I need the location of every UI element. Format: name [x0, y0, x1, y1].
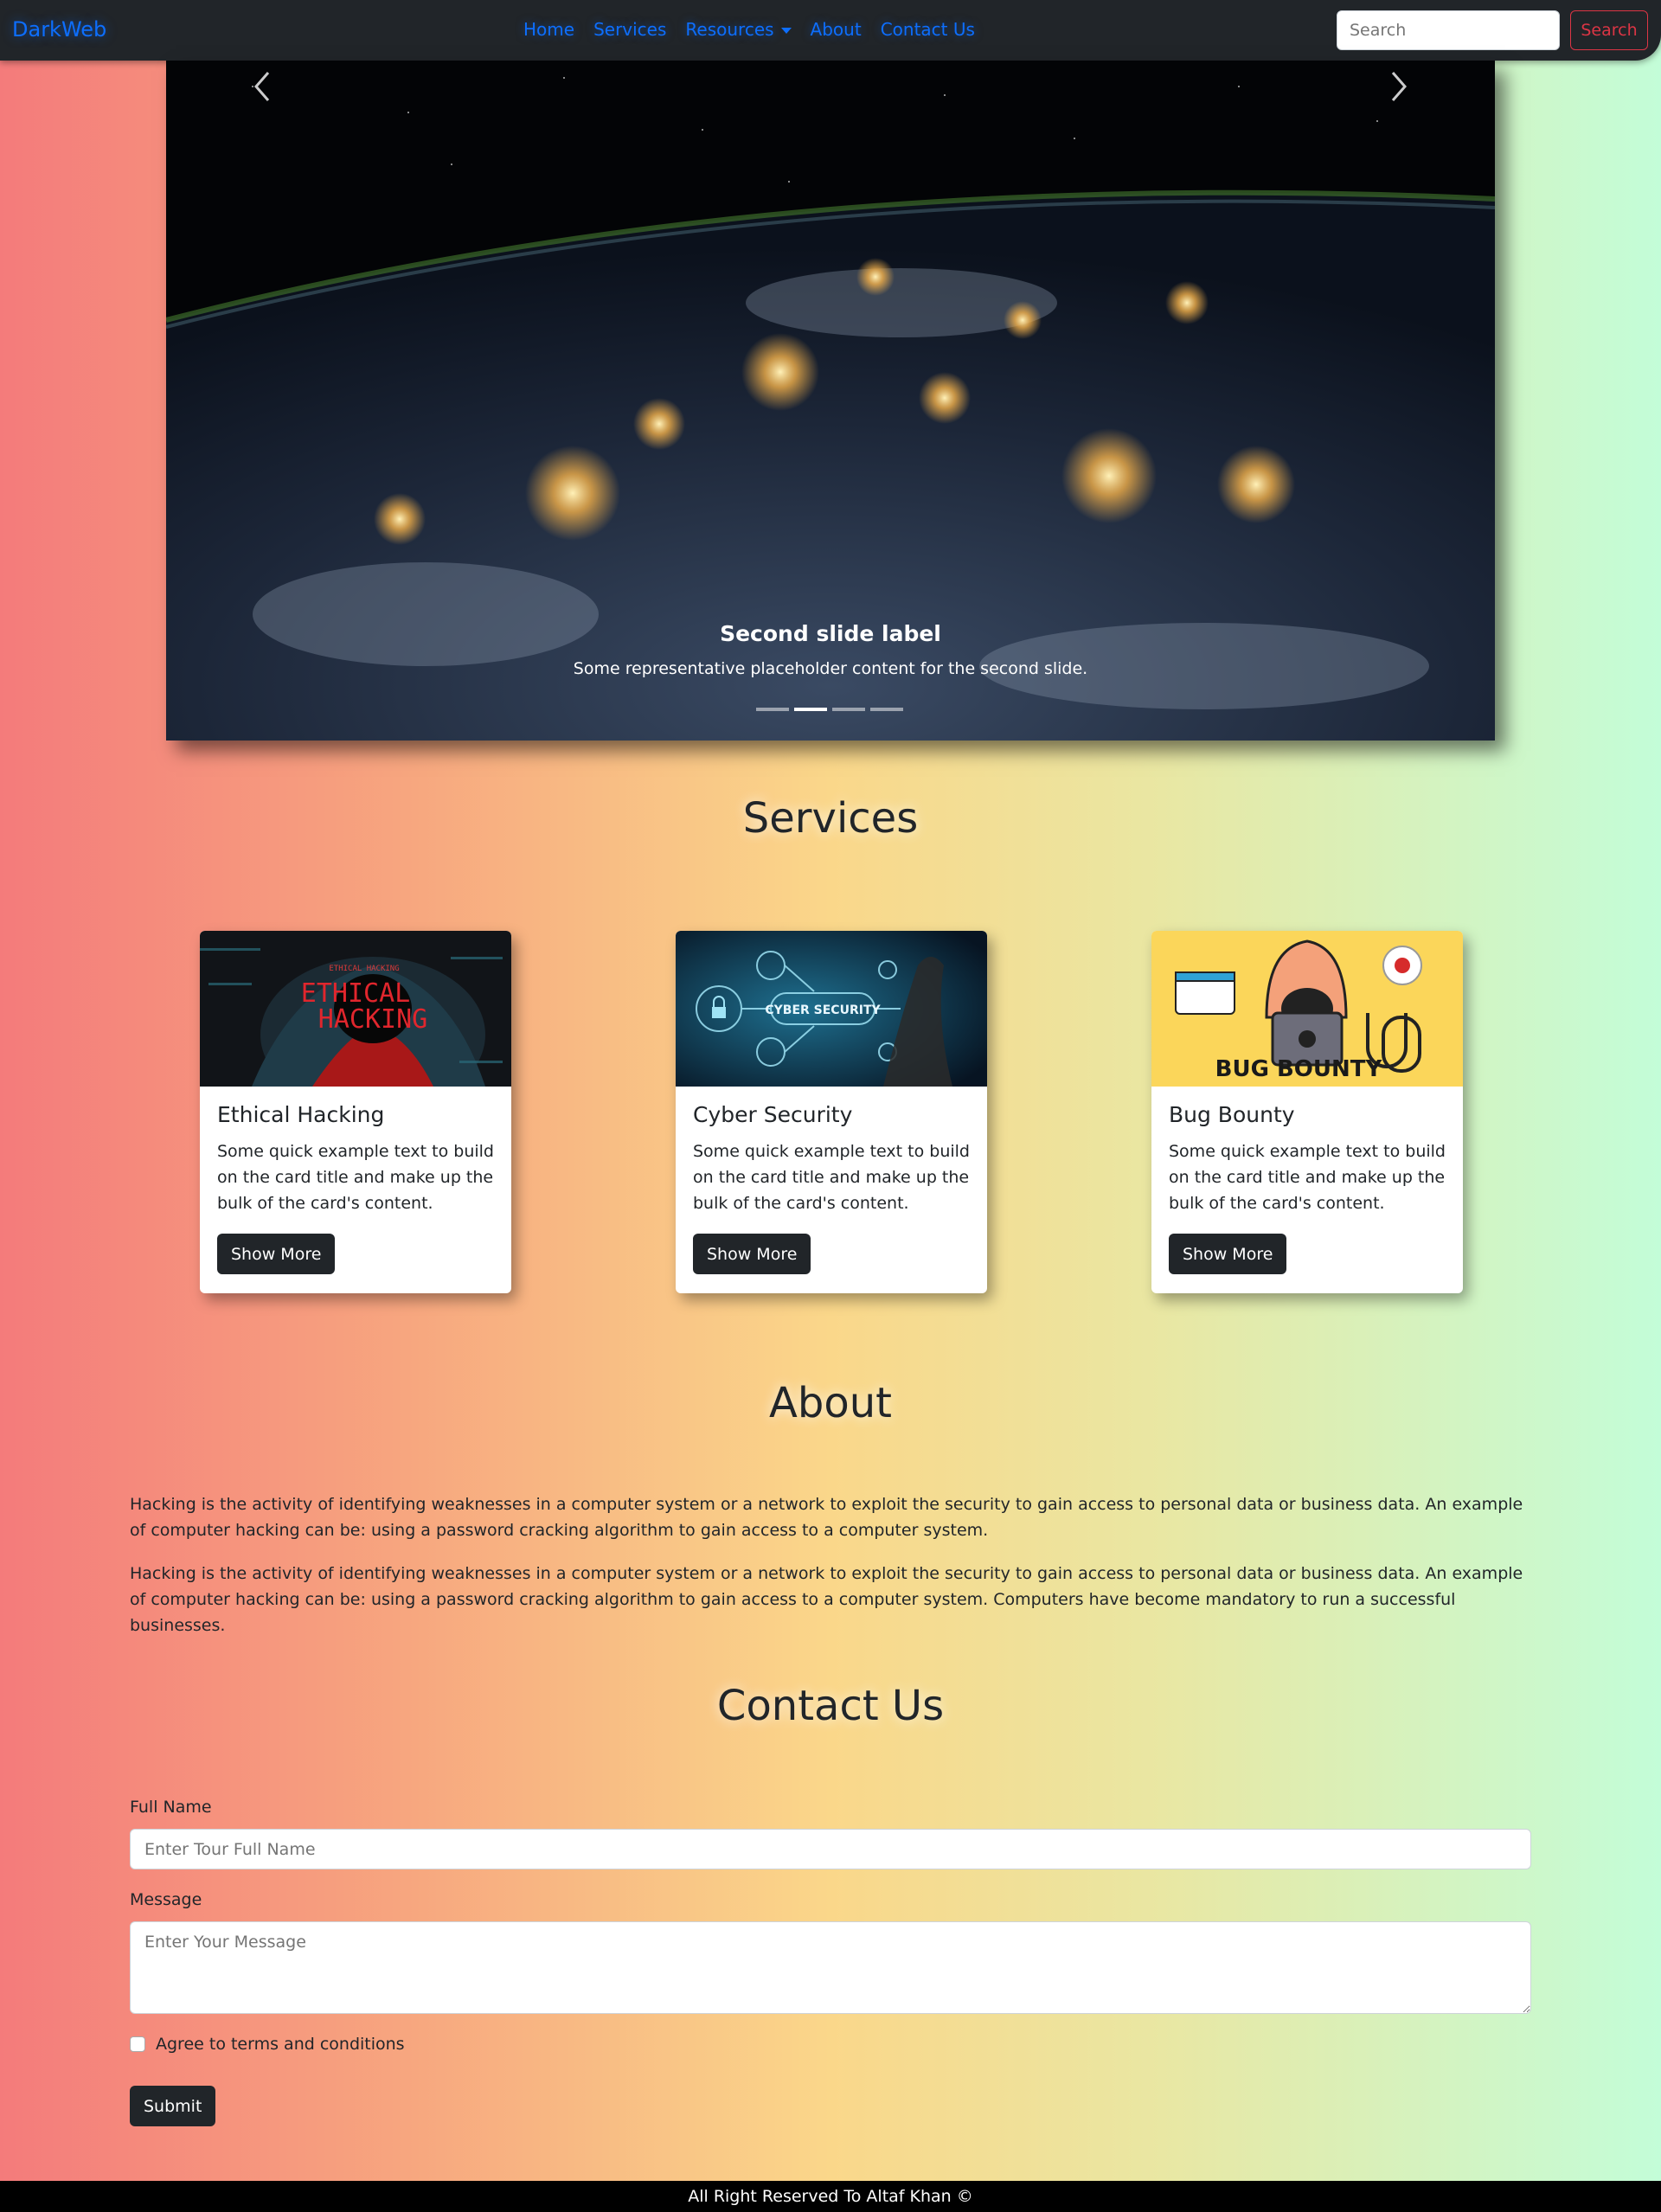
- nav-link-contact[interactable]: Contact Us: [881, 19, 975, 40]
- full-name-input[interactable]: [130, 1829, 1531, 1869]
- nav-link-resources[interactable]: Resources: [685, 19, 773, 40]
- message-textarea[interactable]: [130, 1921, 1531, 2014]
- card-text: Some quick example text to build on the …: [217, 1142, 494, 1213]
- service-card-bug-bounty: BUG BOUNTY Bug Bounty Some quick example…: [1151, 931, 1463, 1293]
- about-paragraph-1: Hacking is the activity of identifying w…: [130, 1495, 1523, 1540]
- submit-button[interactable]: Submit: [130, 2086, 216, 2126]
- card-text: Some quick example text to build on the …: [693, 1142, 970, 1213]
- carousel-indicator-4[interactable]: [870, 708, 903, 711]
- card-title: Bug Bounty: [1169, 1102, 1295, 1127]
- carousel-indicators: [756, 708, 903, 711]
- cyber-security-image: CYBER SECURITY: [676, 931, 987, 1087]
- card-text: Some quick example text to build on the …: [1169, 1142, 1446, 1213]
- nav-link-about[interactable]: About: [811, 19, 862, 40]
- show-more-button[interactable]: Show More: [693, 1234, 811, 1274]
- services-heading: Services: [742, 794, 919, 843]
- svg-text:CYBER SECURITY: CYBER SECURITY: [765, 1003, 881, 1017]
- carousel-caption-text: Some representative placeholder content …: [573, 659, 1088, 678]
- show-more-button[interactable]: Show More: [1169, 1234, 1287, 1274]
- contact-heading: Contact Us: [716, 1682, 945, 1730]
- nav-link-services[interactable]: Services: [593, 19, 666, 40]
- carousel-indicator-3[interactable]: [832, 708, 865, 711]
- card-title: Cyber Security: [693, 1102, 853, 1127]
- chevron-left-icon[interactable]: [246, 61, 280, 112]
- service-card-ethical-hacking: ETHICAL HACKING ETHICAL HACKING Ethical …: [200, 931, 511, 1293]
- about-paragraph-2: Hacking is the activity of identifying w…: [130, 1564, 1523, 1635]
- chevron-right-icon[interactable]: [1381, 61, 1415, 112]
- caret-down-icon: [780, 28, 792, 34]
- card-title: Ethical Hacking: [217, 1102, 385, 1127]
- carousel-indicator-2[interactable]: [794, 708, 827, 711]
- navbar: DarkWeb Home Services Resources About Co…: [0, 0, 1661, 61]
- footer: All Right Reserved To Altaf Khan ©: [0, 2181, 1661, 2212]
- brand-logo[interactable]: DarkWeb: [12, 17, 106, 42]
- nav-links: Home Services Resources About Contact Us: [523, 19, 975, 40]
- nav-link-home[interactable]: Home: [523, 19, 574, 40]
- service-card-cyber-security: CYBER SECURITY Cyber Security Some quick…: [676, 931, 987, 1293]
- terms-checkbox[interactable]: [130, 2036, 145, 2052]
- bug-bounty-image: BUG BOUNTY: [1151, 931, 1463, 1087]
- svg-text:HACKING: HACKING: [318, 1004, 427, 1035]
- svg-text:ETHICAL HACKING: ETHICAL HACKING: [329, 965, 399, 973]
- full-name-label: Full Name: [130, 1798, 212, 1817]
- about-heading: About: [769, 1379, 892, 1427]
- nav-dropdown-resources[interactable]: Resources: [685, 19, 792, 40]
- carousel-caption-title: Second slide label: [720, 621, 941, 646]
- carousel-indicator-1[interactable]: [756, 708, 789, 711]
- terms-checkbox-label: Agree to terms and conditions: [156, 2035, 405, 2054]
- hero-carousel: Second slide label Some representative p…: [166, 61, 1495, 741]
- ethical-hacking-image: ETHICAL HACKING ETHICAL HACKING: [200, 931, 511, 1087]
- svg-text:BUG BOUNTY: BUG BOUNTY: [1215, 1056, 1383, 1082]
- search-input[interactable]: [1337, 10, 1560, 50]
- show-more-button[interactable]: Show More: [217, 1234, 336, 1274]
- message-label: Message: [130, 1890, 202, 1909]
- search-button[interactable]: Search: [1570, 10, 1648, 50]
